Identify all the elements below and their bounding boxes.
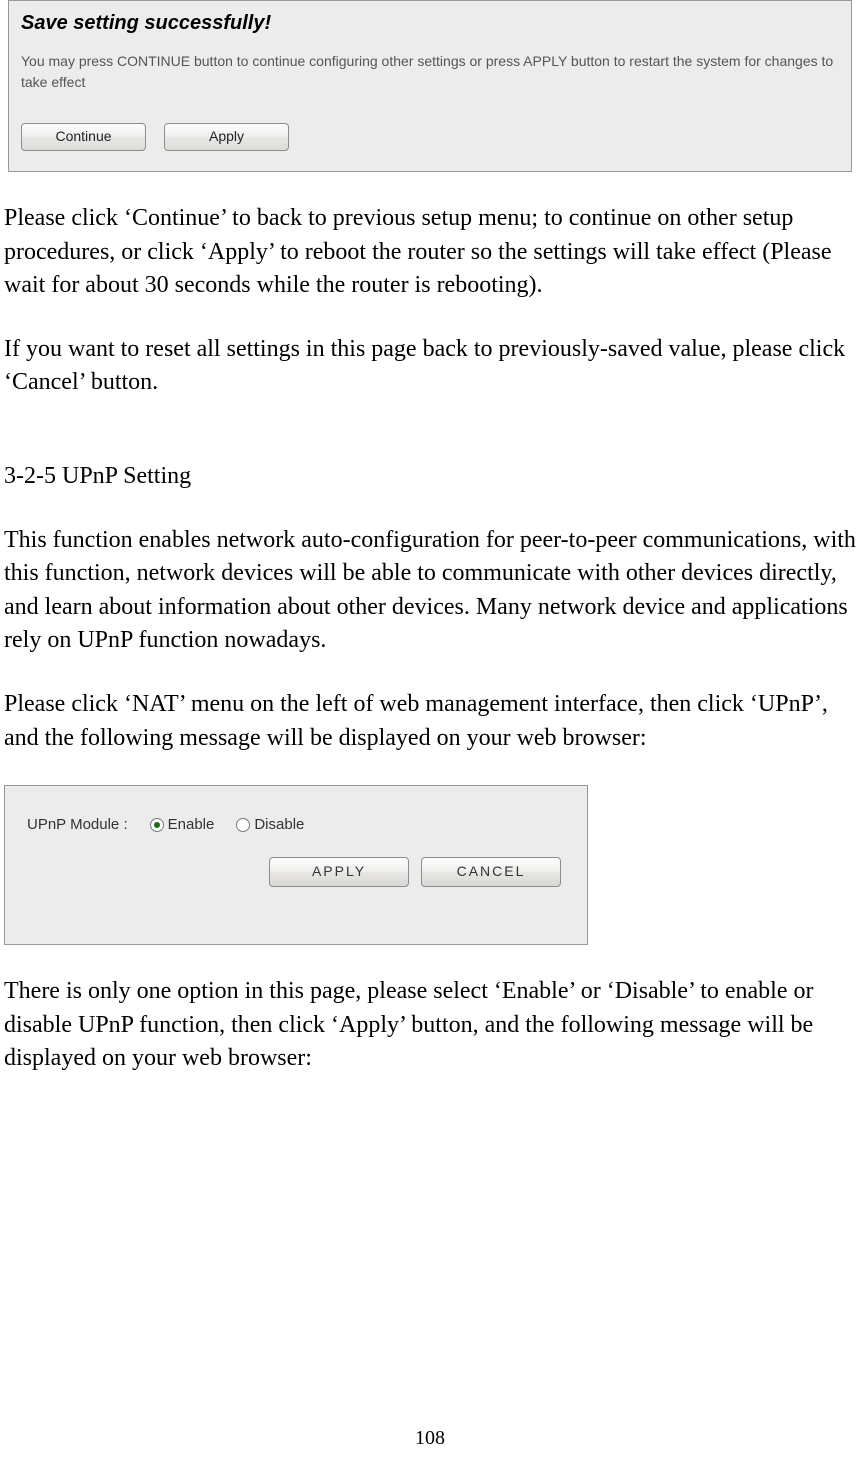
upnp-module-row: UPnP Module : Enable Disable xyxy=(27,814,571,835)
upnp-disable-radio[interactable]: Disable xyxy=(236,814,304,835)
upnp-apply-button[interactable]: APPLY xyxy=(269,857,409,887)
paragraph-upnp-nav: Please click ‘NAT’ menu on the left of w… xyxy=(0,688,860,755)
paragraph-upnp-apply: There is only one option in this page, p… xyxy=(0,975,860,1076)
dialog-body: You may press CONTINUE button to continu… xyxy=(21,51,839,93)
paragraph-upnp-desc: This function enables network auto-confi… xyxy=(0,524,860,658)
upnp-settings-panel: UPnP Module : Enable Disable APPLY CANCE… xyxy=(4,785,588,945)
continue-button[interactable]: Continue xyxy=(21,123,146,151)
upnp-enable-radio[interactable]: Enable xyxy=(150,814,215,835)
paragraph-continue-apply: Please click ‘Continue’ to back to previ… xyxy=(0,202,860,303)
paragraph-cancel: If you want to reset all settings in thi… xyxy=(0,333,860,400)
upnp-enable-label: Enable xyxy=(168,814,215,835)
page-number: 108 xyxy=(0,1424,860,1452)
dialog-title: Save setting successfully! xyxy=(21,9,839,37)
radio-selected-icon xyxy=(150,818,164,832)
upnp-module-label: UPnP Module : xyxy=(27,814,128,835)
save-setting-dialog: Save setting successfully! You may press… xyxy=(8,0,852,172)
radio-unselected-icon xyxy=(236,818,250,832)
upnp-button-row: APPLY CANCEL xyxy=(27,857,571,887)
upnp-disable-label: Disable xyxy=(254,814,304,835)
apply-button[interactable]: Apply xyxy=(164,123,289,151)
upnp-cancel-button[interactable]: CANCEL xyxy=(421,857,561,887)
dialog-button-row: Continue Apply xyxy=(21,123,839,151)
section-heading-upnp: 3-2-5 UPnP Setting xyxy=(0,460,860,494)
